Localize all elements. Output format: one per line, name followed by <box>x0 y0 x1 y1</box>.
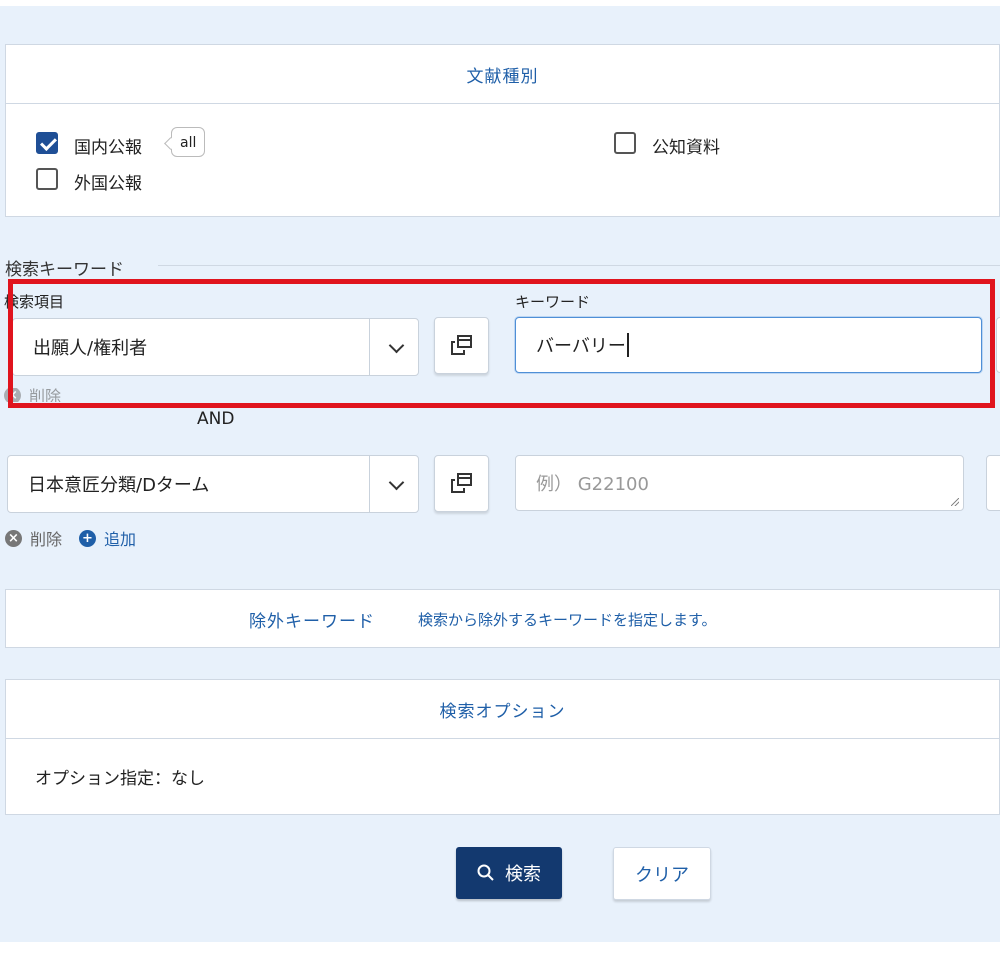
remove-circle-icon: × <box>5 529 22 547</box>
field-select-2-value: 日本意匠分類/Dターム <box>28 475 210 496</box>
keyword-input-1-overflow <box>996 317 1000 373</box>
delete-label: 削除 <box>30 530 63 549</box>
keyword-input-2-overflow <box>986 455 1000 511</box>
doc-type-header[interactable]: 文献種別 <box>6 45 999 104</box>
clear-button[interactable]: クリア <box>613 847 711 900</box>
add-button[interactable]: + 追加 <box>79 528 137 549</box>
field-select-2[interactable]: 日本意匠分類/Dターム <box>7 455 419 513</box>
keyword-input-2[interactable]: 例） G22100 <box>515 455 964 511</box>
search-button-label: 検索 <box>505 864 541 885</box>
field-picker-button-2[interactable] <box>434 455 489 512</box>
public-knowledge-checkbox[interactable] <box>614 132 636 154</box>
search-icon <box>477 864 494 881</box>
exclude-keyword-description: 検索から除外するキーワードを指定します。 <box>418 611 717 629</box>
and-operator: AND <box>197 409 235 429</box>
search-options-panel: 検索オプション オプション指定：なし <box>5 679 1000 815</box>
search-options-header[interactable]: 検索オプション <box>6 680 999 739</box>
highlight-box <box>8 279 995 408</box>
clear-button-label: クリア <box>635 864 689 886</box>
doc-type-title: 文献種別 <box>466 66 539 87</box>
exclude-keyword-title: 除外キーワード <box>249 612 375 632</box>
foreign-label[interactable]: 外国公報 <box>74 169 142 194</box>
keyword-input-2-placeholder: 例） G22100 <box>536 474 649 495</box>
section-divider <box>158 265 1000 266</box>
resize-handle[interactable] <box>951 498 959 506</box>
options-summary: オプション指定：なし <box>35 769 205 789</box>
public-knowledge-label[interactable]: 公知資料 <box>652 133 720 158</box>
foreign-checkbox[interactable] <box>36 168 58 190</box>
search-keyword-title: 検索キーワード <box>5 260 124 280</box>
add-circle-icon: + <box>79 529 96 547</box>
search-button[interactable]: 検索 <box>456 847 562 899</box>
search-options-title: 検索オプション <box>439 701 566 722</box>
doc-type-panel: 文献種別 国内公報 all 外国公報 公知資料 <box>5 44 1000 217</box>
all-badge[interactable]: all <box>171 127 206 157</box>
add-label: 追加 <box>104 530 137 549</box>
domestic-checkbox[interactable] <box>36 132 58 154</box>
delete-button[interactable]: × 削除 <box>5 528 63 549</box>
domestic-label[interactable]: 国内公報 <box>74 133 142 158</box>
popup-window-icon <box>451 473 472 493</box>
select-divider <box>369 456 370 512</box>
chevron-down-icon <box>388 474 405 491</box>
exclude-keyword-panel[interactable]: 除外キーワード 検索から除外するキーワードを指定します。 <box>5 589 1000 648</box>
